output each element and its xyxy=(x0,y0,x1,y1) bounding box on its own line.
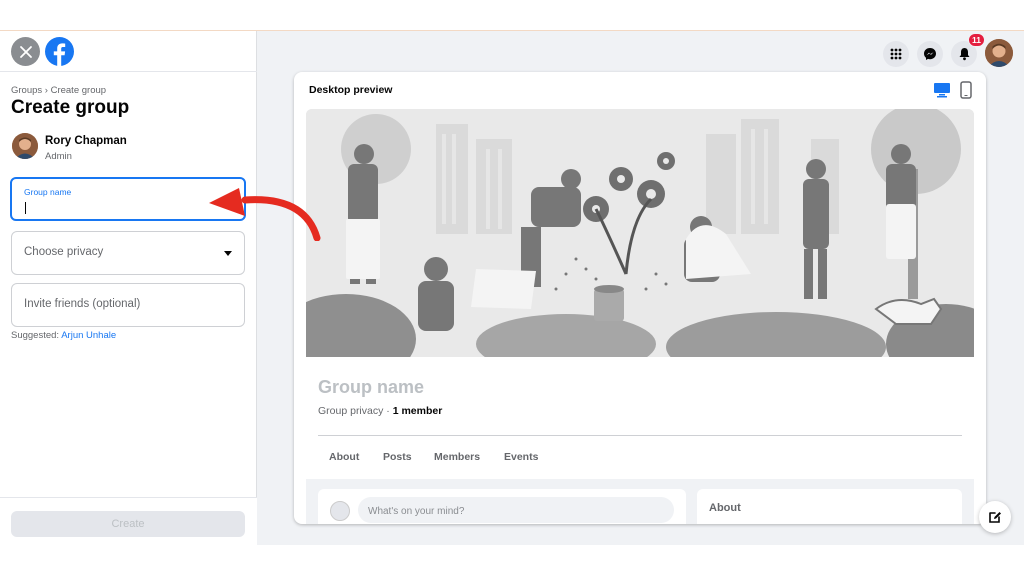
new-message-button[interactable] xyxy=(979,501,1011,533)
bell-icon xyxy=(959,48,969,61)
preview-title: Desktop preview xyxy=(309,84,393,96)
messenger-icon xyxy=(924,48,936,60)
group-header-section: Group name Group privacy · 1 member Abou… xyxy=(306,357,974,479)
preview-group-meta: Group privacy · 1 member xyxy=(318,405,442,417)
messenger-button[interactable] xyxy=(917,41,943,67)
suggested-friends: Suggested: Arjun Unhale xyxy=(11,330,116,341)
suggested-friend-link[interactable]: Arjun Unhale xyxy=(61,330,116,341)
breadcrumb[interactable]: Groups › Create group xyxy=(11,85,106,96)
about-heading: About xyxy=(709,502,741,514)
mobile-icon[interactable] xyxy=(959,81,973,99)
close-icon xyxy=(19,45,32,58)
desktop-icon[interactable] xyxy=(933,82,951,98)
divider xyxy=(318,435,962,436)
tab-events[interactable]: Events xyxy=(504,451,538,463)
create-button[interactable]: Create xyxy=(11,511,245,537)
app-window: Groups › Create group Create group Rory … xyxy=(0,31,1024,545)
owner-role: Admin xyxy=(45,151,72,162)
account-avatar[interactable] xyxy=(985,39,1013,67)
close-button[interactable] xyxy=(11,37,40,66)
dropdown-arrow-icon xyxy=(224,251,232,256)
suggested-label: Suggested: xyxy=(11,330,60,341)
facebook-logo-icon xyxy=(53,43,66,66)
tab-about[interactable]: About xyxy=(329,451,359,463)
annotation-arrow-icon xyxy=(209,188,321,241)
grid-menu-icon xyxy=(890,48,902,60)
create-group-sidebar: Groups › Create group Create group Rory … xyxy=(0,31,257,545)
invite-friends-placeholder: Invite friends (optional) xyxy=(24,298,141,310)
preview-group-name: Group name xyxy=(318,377,425,397)
about-card: About xyxy=(697,489,962,524)
owner-name: Rory Chapman xyxy=(45,135,127,147)
privacy-select-value: Choose privacy xyxy=(24,246,104,258)
post-composer: What's on your mind? xyxy=(318,489,686,524)
text-caret xyxy=(25,202,26,214)
cover-illustration xyxy=(306,109,974,384)
tab-posts[interactable]: Posts xyxy=(383,451,412,463)
bottom-band xyxy=(0,545,1024,576)
composer-input[interactable]: What's on your mind? xyxy=(358,497,674,523)
sidebar-header xyxy=(0,31,257,72)
owner-avatar xyxy=(12,133,38,159)
sidebar-footer: Create xyxy=(0,497,257,545)
desktop-preview-card: Desktop preview Group name Group privacy… xyxy=(294,72,986,524)
composer-avatar-icon xyxy=(330,501,350,521)
tab-members[interactable]: Members xyxy=(434,451,480,463)
invite-friends-input[interactable]: Invite friends (optional) xyxy=(11,283,245,327)
compose-icon xyxy=(989,512,1001,523)
preview-member-count: 1 member xyxy=(392,405,443,417)
preview-group-page: Group name Group privacy · 1 member Abou… xyxy=(306,109,974,524)
facebook-logo[interactable] xyxy=(45,37,74,66)
menu-button[interactable] xyxy=(883,41,909,67)
group-name-label: Group name xyxy=(24,187,72,197)
preview-privacy: Group privacy · xyxy=(318,405,393,417)
page-title: Create group xyxy=(11,97,130,118)
top-band xyxy=(0,0,1024,31)
notification-badge: 11 xyxy=(968,33,985,47)
